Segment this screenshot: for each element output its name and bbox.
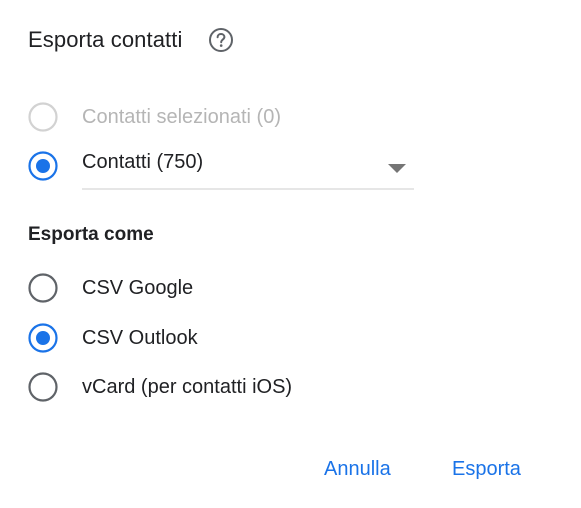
radio-label-csv-google: CSV Google [82,276,194,299]
contacts-group-select[interactable]: Contatti (750) [82,148,414,190]
contacts-group-select-value: Contatti (750) [82,151,204,173]
radio-option-all-contacts[interactable] [28,150,58,182]
radio-label-csv-outlook: CSV Outlook [82,326,198,349]
radio-button-all-contacts[interactable] [28,151,58,181]
radio-option-selected-contacts[interactable]: Contatti selezionati (0) [28,101,281,133]
radio-button-selected-contacts[interactable] [28,102,58,132]
dialog-header: Esporta contatti [28,24,234,56]
radio-button-csv-google[interactable] [28,273,58,303]
radio-option-csv-google[interactable]: CSV Google [28,272,193,304]
export-format-heading: Esporta come [28,224,154,245]
radio-button-csv-outlook[interactable] [28,323,58,353]
cancel-button[interactable]: Annulla [324,458,391,481]
radio-option-csv-outlook[interactable]: CSV Outlook [28,322,198,354]
radio-label-vcard: vCard (per contatti iOS) [82,375,293,398]
radio-label-selected-contacts: Contatti selezionati (0) [82,105,281,128]
radio-option-vcard[interactable]: vCard (per contatti iOS) [28,371,292,403]
help-icon[interactable] [208,27,234,53]
export-button[interactable]: Esporta [452,458,521,481]
export-contacts-dialog: Esporta contatti Contatti selezionati (0… [0,0,581,508]
chevron-down-icon[interactable] [388,164,406,173]
radio-button-vcard[interactable] [28,372,58,402]
dialog-title: Esporta contatti [28,27,183,52]
